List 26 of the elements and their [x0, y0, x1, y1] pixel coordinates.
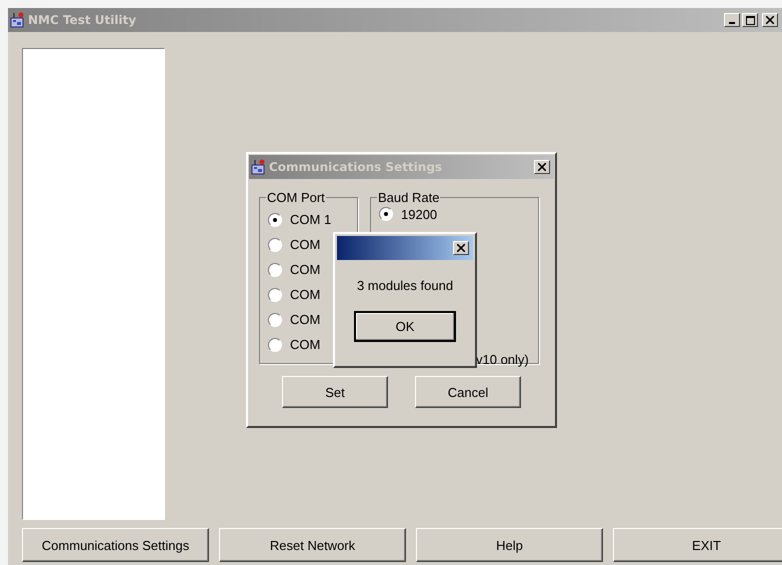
close-button[interactable] [453, 241, 469, 255]
ok-button[interactable]: OK [354, 311, 456, 342]
application-icon [10, 12, 26, 28]
radio-option[interactable]: COM [268, 232, 320, 257]
close-icon [766, 16, 774, 24]
group-label: Baud Rate [377, 190, 440, 205]
action-button[interactable]: Reset Network [219, 528, 406, 562]
radio-option[interactable]: COM [268, 282, 320, 307]
close-icon [538, 163, 546, 171]
radio-option[interactable]: COM [268, 332, 320, 357]
option-label: v10 only) [476, 352, 529, 367]
action-button[interactable]: EXIT [613, 528, 782, 562]
radio-option[interactable]: COM 1 [268, 207, 332, 232]
window-title: NMC Test Utility [28, 13, 136, 27]
action-button[interactable]: Communications Settings [22, 528, 209, 562]
group-label: COM Port [266, 190, 326, 205]
radio-option[interactable]: COM [268, 307, 320, 332]
dialog-button[interactable]: Set [282, 376, 388, 408]
application-icon [251, 159, 267, 175]
message-text: 3 modules found [356, 278, 454, 293]
dialog-button[interactable]: Cancel [415, 376, 521, 408]
radio-option[interactable]: 19200 [379, 205, 438, 223]
maximize-icon [746, 16, 754, 24]
action-button[interactable]: Help [416, 528, 603, 562]
radio-option[interactable]: COM [268, 257, 320, 282]
close-icon [457, 244, 465, 252]
